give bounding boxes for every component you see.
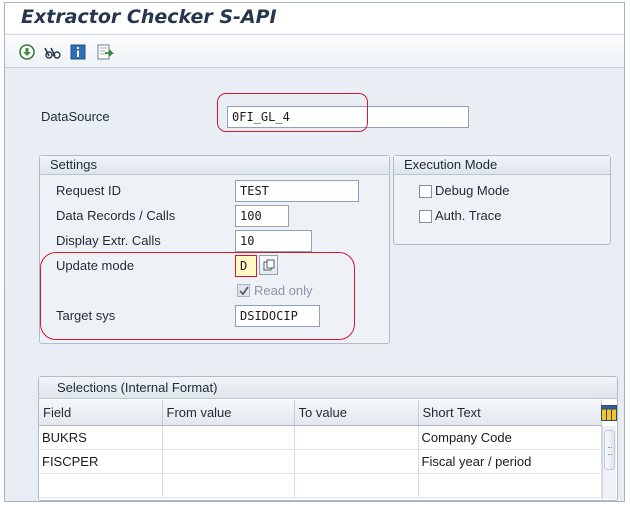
display-calls-input[interactable]: 10: [235, 230, 312, 252]
column-header-field[interactable]: Field: [39, 400, 163, 426]
data-records-input[interactable]: 100: [235, 205, 289, 227]
copy-icon: [263, 259, 274, 271]
request-id-input[interactable]: TEST: [235, 180, 359, 202]
glasses-icon[interactable]: [43, 43, 63, 61]
cell-field[interactable]: FISCPER: [39, 449, 163, 474]
cell-to-value[interactable]: [294, 425, 419, 450]
column-settings-button[interactable]: [600, 404, 617, 421]
update-mode-label: Update mode: [56, 258, 135, 273]
cell-to-value[interactable]: [294, 449, 419, 474]
cell-from-value[interactable]: [162, 449, 295, 474]
cell-short-text: Company Code: [418, 425, 602, 450]
read-only-label: Read only: [254, 283, 313, 298]
table-row[interactable]: [39, 473, 602, 498]
table-header-row: Field From value To value Short Text: [39, 400, 602, 426]
data-records-label: Data Records / Calls: [56, 208, 176, 223]
cell-field[interactable]: BUKRS: [39, 425, 163, 450]
grip-icon: [608, 447, 612, 455]
target-sys-label: Target sys: [56, 308, 116, 323]
column-header-short-text[interactable]: Short Text: [418, 400, 602, 426]
update-mode-input[interactable]: D: [235, 255, 257, 277]
checkmark-icon: [239, 286, 249, 296]
window-title: Extractor Checker S-API: [21, 6, 277, 28]
scrollbar-thumb[interactable]: [604, 430, 615, 470]
cell-from-value[interactable]: [162, 473, 295, 498]
auth-trace-checkbox[interactable]: [419, 210, 432, 223]
cell-field[interactable]: [39, 473, 163, 498]
cell-short-text: Fiscal year / period: [418, 449, 602, 474]
sap-window: Extractor Checker S-API DataSource 0FI_G…: [4, 2, 625, 502]
value-help-button[interactable]: [259, 255, 278, 275]
display-calls-label: Display Extr. Calls: [56, 233, 161, 248]
title-bar: Extractor Checker S-API: [5, 3, 624, 33]
cell-from-value[interactable]: [162, 425, 295, 450]
info-icon[interactable]: [68, 43, 88, 61]
execution-mode-header: Execution Mode: [394, 156, 610, 175]
selections-header: Selections (Internal Format): [39, 377, 617, 399]
auth-trace-label: Auth. Trace: [435, 208, 502, 223]
read-only-checkbox: [237, 284, 250, 297]
export-icon[interactable]: [95, 43, 115, 61]
datasource-input[interactable]: 0FI_GL_4: [227, 106, 469, 128]
request-id-label: Request ID: [56, 183, 122, 198]
execute-icon[interactable]: [17, 43, 37, 61]
target-sys-input[interactable]: DSIDOCIP: [235, 305, 320, 327]
debug-mode-checkbox[interactable]: [419, 185, 432, 198]
datasource-label: DataSource: [41, 109, 110, 124]
column-header-from-value[interactable]: From value: [162, 400, 295, 426]
table-row[interactable]: FISCPER Fiscal year / period: [39, 449, 602, 474]
debug-mode-label: Debug Mode: [435, 183, 510, 198]
application-toolbar: [5, 34, 624, 68]
table-settings-icon: [600, 404, 617, 421]
column-header-to-value[interactable]: To value: [294, 400, 419, 426]
cell-to-value[interactable]: [294, 473, 419, 498]
execution-mode-group: Execution Mode: [393, 155, 611, 245]
settings-header: Settings: [40, 156, 389, 175]
vertical-scrollbar[interactable]: [602, 426, 616, 499]
selections-table: Field From value To value Short Text BUK…: [39, 400, 602, 498]
table-row[interactable]: BUKRS Company Code: [39, 425, 602, 450]
cell-short-text: [418, 473, 602, 498]
